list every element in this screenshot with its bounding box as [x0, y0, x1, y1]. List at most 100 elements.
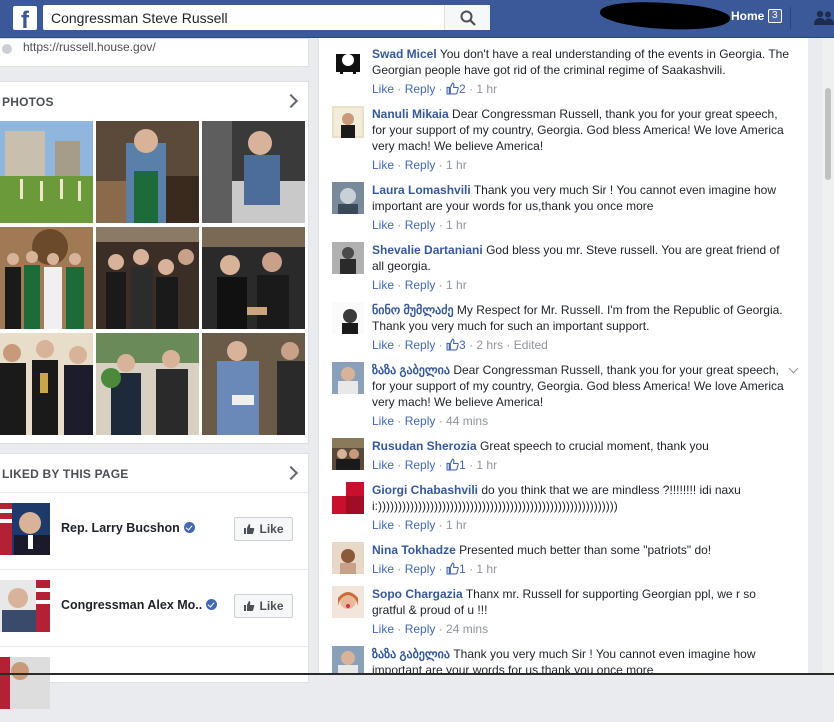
comment-time[interactable]: 1 hr — [446, 518, 467, 532]
page-name[interactable]: Congressman Alex Mo.. — [61, 598, 202, 612]
commenter-name[interactable]: Shevalie Dartaniani — [372, 243, 483, 257]
commenter-avatar[interactable] — [332, 182, 364, 214]
comment-body: ზაზა გაბელია Dear Congressman Russell, t… — [372, 362, 792, 410]
page-avatar[interactable] — [0, 580, 50, 632]
commenter-avatar[interactable] — [332, 542, 364, 574]
commenter-avatar[interactable] — [332, 302, 364, 334]
like-button-label: Like — [259, 522, 284, 536]
thumbs-up-icon — [244, 524, 255, 534]
commenter-name[interactable]: Nanuli Mikaia — [372, 107, 449, 121]
liked-page-row: Congressman Alex Mo.. Like — [0, 569, 308, 645]
photos-heading[interactable]: PHOTOS — [2, 95, 54, 109]
photo-thumbnail[interactable] — [202, 333, 305, 435]
like-page-button[interactable]: Like — [234, 594, 293, 618]
comment-like-link[interactable]: Like — [372, 218, 394, 232]
photo-thumbnail[interactable] — [202, 121, 305, 223]
comment-like-link[interactable]: Like — [372, 518, 394, 532]
facebook-logo[interactable]: f — [13, 6, 37, 30]
comment-time[interactable]: 2 hrs — [476, 338, 503, 352]
like-count-icon — [446, 338, 459, 351]
friends-icon[interactable] — [814, 10, 834, 26]
comment-like-link[interactable]: Like — [372, 458, 394, 472]
comment-body: Nanuli Mikaia Dear Congressman Russell, … — [372, 106, 792, 154]
photo-thumbnail[interactable] — [202, 227, 305, 329]
edited-label[interactable]: Edited — [514, 338, 548, 352]
liked-page-row: Rep. Larry Bucshon Like — [0, 492, 308, 568]
commenter-avatar[interactable] — [332, 482, 364, 514]
chevron-right-icon[interactable] — [283, 465, 299, 481]
photo-thumbnail[interactable] — [96, 121, 199, 223]
comment-time[interactable]: 24 mins — [446, 622, 488, 636]
comment-time[interactable]: 1 hr — [476, 458, 497, 472]
home-link[interactable]: Home — [731, 9, 764, 23]
commenter-name[interactable]: Rusudan Sherozia — [372, 439, 477, 453]
search-button[interactable] — [444, 5, 490, 30]
like-count[interactable]: 1 — [459, 562, 466, 576]
commenter-name[interactable]: Swad Micel — [372, 47, 437, 61]
comment-like-link[interactable]: Like — [372, 278, 394, 292]
left-sidebar: https://russell.house.gov/ PHOTOS LIKED … — [0, 38, 309, 709]
comment-time[interactable]: 1 hr — [446, 218, 467, 232]
redacted-profile-area — [599, 0, 731, 34]
comment-time[interactable]: 1 hr — [476, 82, 497, 96]
comment-reply-link[interactable]: Reply — [405, 518, 436, 532]
comment-like-link[interactable]: Like — [372, 414, 394, 428]
comment-like-link[interactable]: Like — [372, 562, 394, 576]
comment-actions: Like · Reply · 1 hr — [372, 518, 467, 532]
website-link[interactable]: https://russell.house.gov/ — [23, 40, 156, 54]
photo-thumbnail[interactable] — [0, 121, 93, 223]
scrollbar[interactable] — [822, 38, 834, 675]
scrollbar-thumb[interactable] — [825, 88, 831, 180]
comment-reply-link[interactable]: Reply — [405, 218, 436, 232]
liked-heading[interactable]: LIKED BY THIS PAGE — [2, 467, 129, 481]
comment-like-link[interactable]: Like — [372, 82, 394, 96]
commenter-name[interactable]: ზაზა გაბელია — [372, 363, 450, 377]
commenter-avatar[interactable] — [332, 46, 364, 78]
page-name[interactable]: Rep. Larry Bucshon — [61, 521, 180, 535]
comment-time[interactable]: 1 hr — [446, 278, 467, 292]
comment-reply-link[interactable]: Reply — [405, 622, 436, 636]
comment-reply-link[interactable]: Reply — [405, 562, 436, 576]
comment-body: ნინო მუმლაძე My Respect for Mr. Russell.… — [372, 302, 792, 334]
comment-reply-link[interactable]: Reply — [405, 414, 436, 428]
like-count[interactable]: 2 — [459, 82, 466, 96]
photo-thumbnail[interactable] — [96, 227, 199, 329]
commenter-avatar[interactable] — [332, 438, 364, 470]
comment-time[interactable]: 44 mins — [446, 414, 488, 428]
comment-reply-link[interactable]: Reply — [405, 338, 436, 352]
comment-like-link[interactable]: Like — [372, 158, 394, 172]
photo-thumbnail[interactable] — [0, 333, 93, 435]
commenter-name[interactable]: Giorgi Chabashvili — [372, 483, 478, 497]
commenter-name[interactable]: Nina Tokhadze — [372, 543, 456, 557]
comment-reply-link[interactable]: Reply — [405, 278, 436, 292]
commenter-name[interactable]: ზაზა გაბელია — [372, 647, 450, 661]
commenter-avatar[interactable] — [332, 106, 364, 138]
like-count-icon — [446, 82, 459, 95]
page-avatar[interactable] — [0, 503, 50, 555]
comment-time[interactable]: 1 hr — [446, 158, 467, 172]
search-input[interactable] — [43, 5, 443, 30]
chevron-right-icon[interactable] — [283, 93, 299, 109]
commenter-avatar[interactable] — [332, 646, 364, 675]
comment-actions: Like · Reply · 1 · 1 hr — [372, 562, 498, 576]
comment-actions: Like · Reply · 2 · 1 hr — [372, 82, 498, 96]
comment-reply-link[interactable]: Reply — [405, 82, 436, 96]
photo-thumbnail[interactable] — [0, 227, 93, 329]
search-icon — [460, 10, 476, 26]
commenter-name[interactable]: ნინო მუმლაძე — [372, 303, 454, 317]
comment-like-link[interactable]: Like — [372, 622, 394, 636]
comment-time[interactable]: 1 hr — [476, 562, 497, 576]
comment-reply-link[interactable]: Reply — [405, 158, 436, 172]
commenter-avatar[interactable] — [332, 586, 364, 618]
commenter-name[interactable]: Laura Lomashvili — [372, 183, 471, 197]
commenter-avatar[interactable] — [332, 362, 364, 394]
commenter-avatar[interactable] — [332, 242, 364, 274]
commenter-name[interactable]: Sopo Chargazia — [372, 587, 463, 601]
page-avatar[interactable] — [0, 657, 50, 709]
like-count[interactable]: 1 — [459, 458, 466, 472]
like-count[interactable]: 3 — [459, 338, 466, 352]
like-page-button[interactable]: Like — [234, 517, 293, 541]
comment-like-link[interactable]: Like — [372, 338, 394, 352]
photo-thumbnail[interactable] — [96, 333, 199, 435]
comment-reply-link[interactable]: Reply — [405, 458, 436, 472]
